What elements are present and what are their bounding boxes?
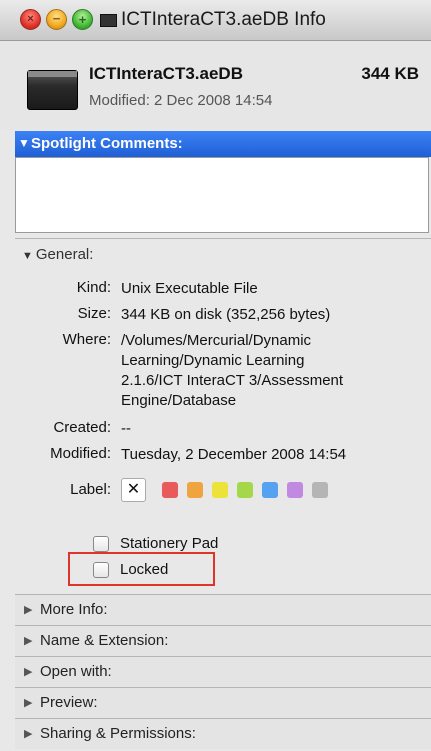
general-disclosure[interactable]: ▼ General:	[22, 246, 93, 263]
disclosure-triangle-right-icon: ▶	[24, 635, 33, 647]
where-line: /Volumes/Mercurial/Dynamic	[121, 332, 312, 349]
more-info-disclosure[interactable]: ▶ More Info:	[15, 594, 431, 625]
info-header: ICTInteraCT3.aeDB 344 KB Modified: 2 Dec…	[0, 41, 431, 130]
label-label: Label:	[70, 481, 111, 498]
label-color-swatch[interactable]	[312, 482, 328, 498]
sharing-permissions-disclosure[interactable]: ▶ Sharing & Permissions:	[15, 718, 431, 749]
divider	[15, 238, 431, 239]
where-line: 2.1.6/ICT InteraCT 3/Assessment	[121, 372, 344, 389]
disclosure-triangle-right-icon: ▶	[24, 666, 33, 678]
kind-value: Unix Executable File	[121, 280, 258, 297]
label-color-swatch[interactable]	[287, 482, 303, 498]
locked-highlight-box	[68, 552, 215, 586]
stationery-pad-label: Stationery Pad	[120, 535, 219, 552]
open-with-disclosure[interactable]: ▶ Open with:	[15, 656, 431, 687]
label-color-swatch[interactable]	[237, 482, 253, 498]
title-bar[interactable]: × − + ICTInteraCT3.aeDB Info	[0, 0, 431, 41]
zoom-button[interactable]: +	[72, 9, 93, 30]
where-label: Where:	[62, 331, 111, 348]
spotlight-comments-disclosure[interactable]: ▼ Spotlight Comments:	[15, 131, 431, 157]
section-label: Preview:	[40, 694, 98, 711]
section-label: Open with:	[40, 663, 112, 680]
modified-label: Modified:	[50, 445, 111, 462]
name-extension-disclosure[interactable]: ▶ Name & Extension:	[15, 625, 431, 656]
spotlight-comments-label: Spotlight Comments:	[31, 135, 183, 152]
disclosure-triangle-right-icon: ▶	[24, 697, 33, 709]
label-color-swatch[interactable]	[262, 482, 278, 498]
minimize-button[interactable]: −	[46, 9, 67, 30]
disclosure-triangle-down-icon: ▼	[18, 136, 30, 150]
disclosure-triangle-right-icon: ▶	[24, 604, 33, 616]
created-label: Created:	[53, 419, 111, 436]
spotlight-comments-field[interactable]	[15, 157, 429, 233]
close-icon: ×	[27, 13, 34, 25]
general-label: General:	[35, 246, 94, 263]
no-label-button[interactable]: ✕	[121, 478, 146, 502]
label-color-swatch[interactable]	[212, 482, 228, 498]
where-line: Learning/Dynamic Learning	[121, 352, 305, 369]
created-value: --	[121, 420, 131, 437]
size-value: 344 KB on disk (352,256 bytes)	[121, 306, 331, 323]
close-button[interactable]: ×	[20, 9, 41, 30]
where-line: Engine/Database	[121, 392, 237, 409]
executable-file-icon	[27, 70, 78, 110]
section-label: Sharing & Permissions:	[40, 725, 196, 742]
minimize-icon: −	[52, 11, 61, 26]
label-color-swatch[interactable]	[162, 482, 178, 498]
kind-label: Kind:	[76, 279, 111, 296]
file-size: 344 KB	[361, 64, 419, 83]
disclosure-triangle-down-icon: ▼	[22, 250, 33, 262]
file-modified: Modified: 2 Dec 2008 14:54	[89, 92, 273, 109]
zoom-icon: +	[78, 12, 87, 27]
document-proxy-icon[interactable]	[100, 14, 117, 27]
file-name: ICTInteraCT3.aeDB	[89, 64, 243, 83]
size-label: Size:	[77, 305, 111, 322]
window-title: ICTInteraCT3.aeDB Info	[121, 9, 326, 30]
label-color-swatch[interactable]	[187, 482, 203, 498]
section-label: Name & Extension:	[40, 632, 169, 649]
section-label: More Info:	[40, 601, 108, 618]
preview-disclosure[interactable]: ▶ Preview:	[15, 687, 431, 718]
modified-value: Tuesday, 2 December 2008 14:54	[121, 446, 347, 463]
disclosure-triangle-right-icon: ▶	[24, 728, 33, 740]
stationery-pad-checkbox[interactable]	[93, 536, 109, 552]
